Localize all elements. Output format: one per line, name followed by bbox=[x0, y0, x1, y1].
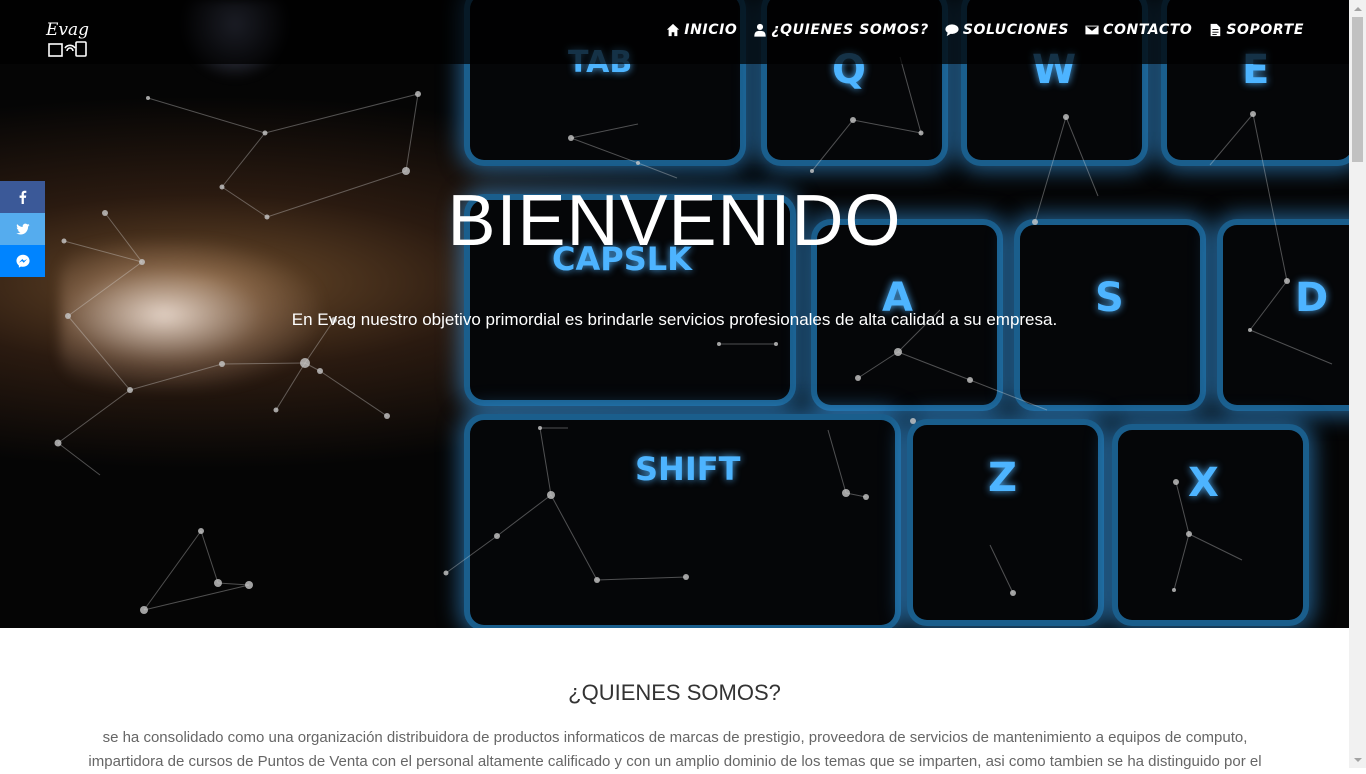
hero-subtitle: En Evag nuestro objetivo primordial es b… bbox=[291, 310, 1058, 329]
devices-icon bbox=[48, 41, 87, 57]
scrollbar-thumb[interactable] bbox=[1352, 17, 1363, 162]
nav-item-label: CONTACTO bbox=[1103, 22, 1193, 38]
document-icon bbox=[1211, 23, 1221, 37]
nav-item-soporte[interactable]: SOPORTE bbox=[1208, 22, 1304, 38]
nav-item-contacto[interactable]: CONTACTO bbox=[1085, 22, 1192, 38]
brand-logo-text: Evag bbox=[46, 20, 90, 40]
about-text: se ha consolidado como una organización … bbox=[88, 729, 1262, 770]
about-title: ¿QUIENES SOMOS? bbox=[568, 680, 781, 705]
nav-item-inicio[interactable]: INICIO bbox=[666, 22, 737, 38]
nav-item-quienes-somos[interactable]: ¿QUIENES SOMOS? bbox=[753, 22, 928, 38]
nav-item-label: SOLUCIONES bbox=[962, 22, 1070, 38]
messenger-share-button[interactable] bbox=[0, 245, 45, 277]
twitter-icon bbox=[15, 223, 30, 235]
social-share-bar bbox=[0, 181, 45, 277]
home-icon bbox=[667, 23, 680, 37]
nav-item-soluciones[interactable]: SOLUCIONES bbox=[945, 22, 1069, 38]
facebook-icon bbox=[19, 190, 26, 204]
hero-title: BIENVENIDO bbox=[447, 181, 902, 261]
brand-logo[interactable]: Evag bbox=[46, 20, 90, 60]
nav-item-label: ¿QUIENES SOMOS? bbox=[771, 22, 929, 38]
scroll-down-arrow[interactable] bbox=[1349, 751, 1366, 768]
comment-icon bbox=[945, 24, 959, 37]
nav-item-label: SOPORTE bbox=[1226, 22, 1304, 38]
twitter-share-button[interactable] bbox=[0, 213, 45, 245]
envelope-icon bbox=[1085, 25, 1099, 35]
hero-section: TAB Q W E CAPSLK A S D SHIFT Z X bbox=[0, 0, 1349, 628]
user-icon bbox=[754, 23, 767, 37]
scroll-up-arrow[interactable] bbox=[1349, 0, 1366, 17]
facebook-share-button[interactable] bbox=[0, 181, 45, 213]
page-scrollbar[interactable] bbox=[1349, 0, 1366, 768]
nav-item-label: INICIO bbox=[684, 22, 738, 38]
top-navbar: Evag INICIO ¿QUIENES SOMOS? SOLUCIONES C… bbox=[0, 0, 1349, 64]
messenger-icon bbox=[15, 254, 30, 268]
about-section: ¿QUIENES SOMOS? se ha consolidado como u… bbox=[0, 628, 1349, 770]
main-nav: INICIO ¿QUIENES SOMOS? SOLUCIONES CONTAC… bbox=[666, 22, 1304, 38]
